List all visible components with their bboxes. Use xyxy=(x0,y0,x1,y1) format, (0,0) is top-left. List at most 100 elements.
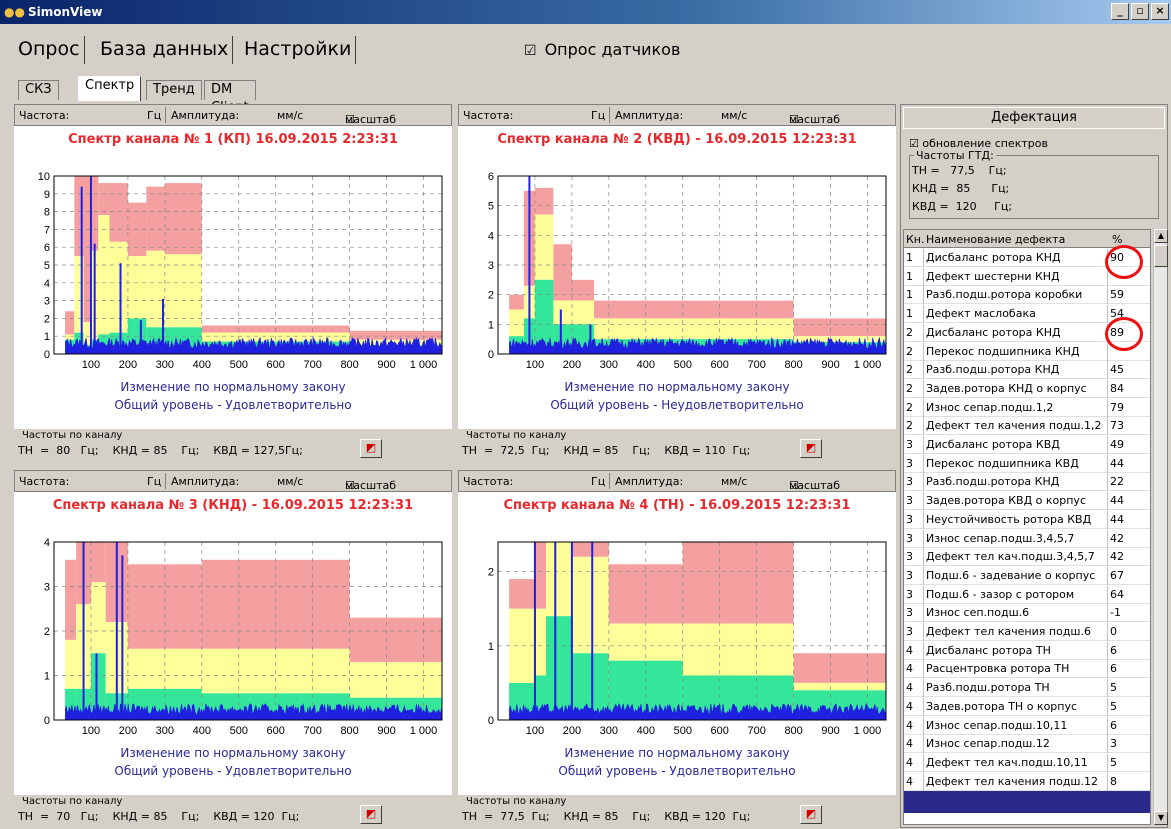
tab-skz[interactable]: СКЗ xyxy=(18,80,59,100)
defect-row[interactable]: 4 Дефект тел качения подш.12 8 xyxy=(904,772,1150,791)
defect-row[interactable]: 1 Разб.подш.ротора коробки 59 xyxy=(904,286,1150,305)
chart-title: Спектр канала № 4 (ТН) - 16.09.2015 12:2… xyxy=(503,498,851,513)
spectrum-chart: 100 200 300 400 500 600 700 800 900 1 000 0 1 2 3 4 5 6 7… xyxy=(14,126,452,429)
defect-row[interactable]: 3 Неустойчивость ротора КВД 44 xyxy=(904,510,1150,529)
spectrum-chart: 100 200 300 400 500 600 700 800 900 1 000 0 1 2 3 4 5 6 С… xyxy=(458,126,896,429)
poll-sensors-checkbox[interactable]: ☑ Опрос датчиков xyxy=(524,40,680,59)
y-tick-label: 5 xyxy=(488,201,494,213)
minimize-button[interactable]: _ xyxy=(1111,3,1129,20)
danger-zone xyxy=(534,542,547,609)
gtd-tn: ТН = 77,5 Гц; xyxy=(912,164,1007,177)
y-tick-label: 1 xyxy=(44,671,50,683)
defect-row[interactable]: 3 Дисбаланс ротора КВД 49 xyxy=(904,436,1150,454)
chart-note: Изменение по нормальному закону xyxy=(120,746,346,760)
poll-sensors-label: Опрос датчиков xyxy=(544,40,681,59)
x-tick-label: 100 xyxy=(82,359,100,371)
warning-zone xyxy=(509,309,524,337)
warning-zone xyxy=(594,318,794,340)
tab-dm-client[interactable]: DM Client xyxy=(204,80,256,115)
selected-row[interactable] xyxy=(904,791,1150,814)
defect-row[interactable]: 3 Задев.ротора КВД о корпус 44 xyxy=(904,492,1150,511)
defect-row[interactable]: 4 Износ сепар.подш.12 3 xyxy=(904,735,1150,754)
y-tick-label: 0 xyxy=(488,349,494,361)
annotation-circle xyxy=(1105,317,1143,351)
warning-zone xyxy=(571,556,609,654)
defect-row[interactable]: 4 Задев.ротора ТН о корпус 5 xyxy=(904,697,1150,716)
close-button[interactable]: × xyxy=(1151,3,1169,20)
defect-row[interactable]: 3 Дефект тел кач.подш.3,4,5,7 42 xyxy=(904,548,1150,567)
scroll-down-icon[interactable]: ▼ xyxy=(1154,811,1168,825)
y-tick-label: 8 xyxy=(44,207,50,219)
x-tick-label: 700 xyxy=(747,359,765,371)
defect-row[interactable]: 3 Подш.6 - зазор с ротором 64 xyxy=(904,585,1150,604)
defect-name-cell: Дефект тел качения подш.6 xyxy=(926,625,1091,638)
x-tick-label: 700 xyxy=(303,359,321,371)
col-pct[interactable]: % xyxy=(1112,233,1122,246)
defect-row[interactable]: 2 Разб.подш.ротора КНД 45 xyxy=(904,361,1150,380)
defect-row[interactable]: 4 Расцентровка ротора ТН 6 xyxy=(904,660,1150,679)
spectrum-icon[interactable]: ◩ xyxy=(800,805,822,824)
warning-zone xyxy=(534,214,554,280)
tab-spectrum[interactable]: Спектр xyxy=(78,76,142,101)
warning-zone xyxy=(682,623,794,676)
defect-row[interactable]: 2 Задев.ротора КНД о корпус 84 xyxy=(904,379,1150,398)
percent-cell: 0 xyxy=(1110,625,1117,638)
x-tick-label: 700 xyxy=(303,725,321,737)
defect-row[interactable]: 4 Износ сепар.подш.10,11 6 xyxy=(904,716,1150,735)
tab-opros[interactable]: Опрос xyxy=(14,36,85,64)
defect-row[interactable]: 3 Дефект тел качения подш.6 0 xyxy=(904,623,1150,641)
defect-row[interactable]: 3 Перекос подшипника КВД 44 xyxy=(904,454,1150,473)
tab-settings[interactable]: Настройки xyxy=(240,36,357,64)
percent-cell: 6 xyxy=(1110,643,1117,657)
defect-name-cell: Разб.подш.ротора КНД xyxy=(926,363,1060,377)
y-tick-label: 2 xyxy=(488,290,494,302)
percent-cell: 45 xyxy=(1110,363,1124,377)
maximize-button[interactable]: ▫ xyxy=(1131,3,1149,20)
defect-row[interactable]: 2 Износ сепар.подш.1,2 79 xyxy=(904,398,1150,417)
channel-cell: 3 xyxy=(906,475,913,489)
amp-unit: мм/с xyxy=(721,109,748,122)
defect-row[interactable]: 4 Разб.подш.ротора ТН 5 xyxy=(904,679,1150,698)
x-tick-label: 400 xyxy=(193,359,211,371)
scroll-up-icon[interactable]: ▲ xyxy=(1154,229,1168,243)
chart-status: Общий уровень - Удовлетворительно xyxy=(114,398,352,412)
defect-row[interactable]: 4 Дефект тел кач.подш.10,11 5 xyxy=(904,753,1150,772)
defect-name-cell: Износ сеп.подш.6 xyxy=(926,606,1030,620)
danger-zone xyxy=(90,176,99,251)
spectrum-icon[interactable]: ◩ xyxy=(360,439,382,458)
defect-row[interactable]: 2 Дефект тел качения подш.1,2 73 xyxy=(904,417,1150,436)
channel-cell: 4 xyxy=(906,718,913,732)
channel-cell: 2 xyxy=(906,381,913,395)
tab-trend[interactable]: Тренд xyxy=(146,80,202,100)
defect-scrollbar[interactable]: ▲ ▼ xyxy=(1153,229,1168,825)
spectrum-icon[interactable]: ◩ xyxy=(360,805,382,824)
defect-name-cell: Задев.ротора КВД о корпус xyxy=(926,494,1086,508)
y-tick-label: 7 xyxy=(44,224,50,236)
scale-label: масштаб xyxy=(345,479,397,492)
col-name[interactable]: Наименование дефекта xyxy=(926,233,1065,246)
panel-header: Частота: Гц Амплитуда: мм/с ☑ масштаб xyxy=(458,104,896,126)
percent-cell: 5 xyxy=(1110,681,1117,695)
channel-cell: 2 xyxy=(906,344,913,358)
x-tick-label: 900 xyxy=(377,359,395,371)
defect-name-cell: Неустойчивость ротора КВД xyxy=(926,512,1092,526)
defect-row[interactable]: 3 Износ сепар.подш.3,4,5,7 42 xyxy=(904,529,1150,548)
defect-row[interactable]: 3 Износ сеп.подш.6 -1 xyxy=(904,604,1150,623)
col-kn[interactable]: Кн. xyxy=(906,233,925,246)
x-tick-label: 800 xyxy=(784,725,802,737)
defect-name-cell: Износ сепар.подш.3,4,5,7 xyxy=(926,531,1075,545)
x-tick-label: 200 xyxy=(563,359,581,371)
defect-row[interactable]: 3 Разб.подш.ротора КНД 22 xyxy=(904,473,1150,492)
tab-database[interactable]: База данных xyxy=(96,36,234,64)
percent-cell: -1 xyxy=(1110,606,1121,620)
defect-row[interactable]: 4 Дисбаланс ротора ТН 6 xyxy=(904,641,1150,660)
spectrum-chart: 100 200 300 400 500 600 700 800 900 1 000 0 1 2 3 4 Спе… xyxy=(14,492,452,795)
chart-title: Спектр канала № 1 (КП) 16.09.2015 2:23:3… xyxy=(68,132,398,147)
danger-zone xyxy=(146,186,165,251)
spectrum-panel-3: Частота: Гц Амплитуда: мм/с ☑ масштаб 100 200 3… xyxy=(14,470,452,795)
spectrum-icon[interactable]: ◩ xyxy=(800,439,822,458)
defect-row[interactable]: 3 Подш.6 - задевание о корпус 67 xyxy=(904,566,1150,585)
scroll-thumb[interactable] xyxy=(1154,245,1168,267)
danger-zone xyxy=(98,183,110,216)
y-tick-label: 1 xyxy=(488,319,494,331)
